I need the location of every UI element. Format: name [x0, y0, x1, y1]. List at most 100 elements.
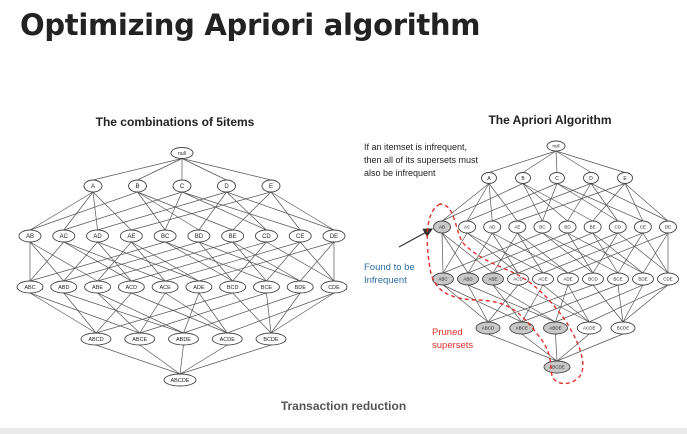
itemset-label: BC — [539, 225, 546, 230]
itemset-label: BCD — [227, 285, 239, 291]
lattice-edge — [492, 232, 518, 274]
itemset-label: ABCD — [482, 326, 495, 331]
figure-caption: Transaction reduction — [280, 399, 407, 413]
lattice-edge — [92, 191, 98, 231]
apriori-lattice-figure: The combinations of 5items The Apriori A… — [16, 113, 679, 387]
lattice-edge — [555, 333, 558, 362]
lattice-edge — [442, 232, 468, 274]
lattice-edge — [488, 183, 493, 222]
itemset-node: ABCE — [124, 332, 156, 346]
itemset-label: ACE — [159, 285, 171, 291]
itemset-label: BD — [195, 234, 204, 240]
lattice-edge — [63, 191, 183, 231]
lattice-edge — [63, 241, 98, 282]
itemset-node: null — [170, 147, 194, 159]
lattice-edge — [442, 232, 543, 274]
itemset-label: ADE — [193, 285, 205, 291]
itemset-label: AB — [26, 234, 34, 240]
lattice-edge — [492, 284, 523, 323]
lattice-edge — [442, 284, 522, 323]
lattice-edge — [555, 150, 592, 173]
bottom-strip — [0, 428, 687, 434]
itemset-label: AC — [60, 234, 69, 240]
itemset-node: ABCDE — [543, 360, 571, 374]
lattice-edge — [179, 344, 228, 375]
lattice-edge — [139, 292, 166, 334]
itemset-node: BD — [187, 229, 211, 243]
itemset-label: null — [178, 151, 186, 157]
itemset-node: D — [583, 172, 599, 184]
itemset-node: BCE — [252, 280, 280, 294]
lattice-edge — [555, 150, 558, 173]
lattice-edge — [542, 183, 558, 222]
lattice-edge — [181, 158, 272, 181]
lattice-edge — [567, 232, 669, 274]
itemset-label: ABD — [463, 277, 473, 282]
lattice-edge — [181, 191, 267, 231]
itemset-node: BCE — [607, 272, 629, 286]
itemset-label: BCE — [613, 277, 622, 282]
itemset-label: BD — [564, 225, 571, 230]
lattice-edge — [466, 183, 490, 222]
lattice-edge — [198, 241, 335, 282]
itemset-label: CDE — [663, 277, 673, 282]
lattice-edge — [97, 292, 184, 334]
itemset-node: CD — [254, 229, 278, 243]
itemset-label: AE — [127, 234, 135, 240]
lattice-edge — [29, 292, 97, 334]
left-diagram-heading: The combinations of 5items — [96, 115, 255, 129]
lattice-edge — [590, 183, 619, 222]
lattice-edge — [137, 158, 183, 181]
lattice-edge — [232, 191, 272, 231]
itemset-node: C — [549, 172, 565, 184]
itemset-label: AD — [489, 225, 496, 230]
itemset-node: BDE — [286, 280, 314, 294]
lattice-edge — [624, 183, 669, 222]
lattice-edge — [165, 241, 301, 282]
itemset-node: CE — [633, 220, 652, 234]
itemset-node: D — [217, 179, 236, 193]
lattice-edge — [164, 292, 228, 334]
itemset-node: BD — [558, 220, 577, 234]
lattice-edge — [492, 232, 593, 274]
itemset-node: ACE — [532, 272, 554, 286]
itemset-label: AB — [439, 225, 445, 230]
itemset-label: ABE — [488, 277, 497, 282]
itemset-label: BDE — [295, 285, 307, 291]
itemset-node: null — [546, 140, 566, 152]
lattice-edge — [467, 232, 568, 274]
itemset-label: BE — [229, 234, 237, 240]
lattice-edge — [131, 241, 267, 282]
lattice-edge — [622, 284, 644, 323]
lattice-edge — [266, 292, 272, 334]
itemset-node: BCD — [582, 272, 604, 286]
lattice-edge — [183, 292, 301, 334]
itemset-label: BC — [161, 234, 170, 240]
itemset-node: DE — [322, 229, 346, 243]
lattice-edge — [97, 191, 227, 231]
lattice-edge — [97, 292, 140, 334]
itemset-node: AB — [433, 220, 451, 234]
itemset-node: CE — [288, 229, 312, 243]
lattice-edge — [556, 333, 590, 362]
itemset-label: ABCE — [132, 337, 147, 343]
found-line: Infrequent — [364, 275, 407, 286]
lattice-edge — [270, 292, 301, 334]
itemset-label: CDE — [328, 285, 340, 291]
lattice-edge — [179, 344, 272, 375]
itemset-label: ACD — [126, 285, 138, 291]
lattice-edge — [270, 191, 301, 231]
lattice-edge — [198, 241, 233, 282]
itemset-node: BE — [583, 220, 602, 234]
lattice-edge — [624, 183, 644, 222]
itemset-label: D — [224, 184, 229, 190]
lattice-edge — [488, 183, 518, 222]
itemset-label: DE — [330, 234, 338, 240]
itemset-node: AC — [458, 220, 477, 234]
lattice-edge — [542, 232, 644, 274]
itemset-node: E — [617, 172, 633, 184]
itemset-node: CDE — [657, 272, 679, 286]
itemset-label: DE — [665, 225, 671, 230]
itemset-node: A — [83, 179, 103, 193]
lattice-edge — [522, 150, 557, 173]
